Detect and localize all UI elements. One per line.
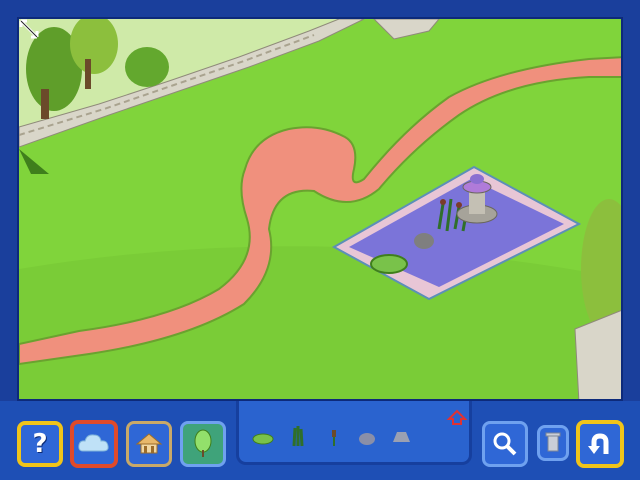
tray-scroll-up[interactable] [445,405,469,429]
house-icon [135,433,163,454]
rock-icon [359,433,375,445]
buildings-button[interactable] [126,421,172,467]
help-button[interactable]: ? [17,421,63,467]
lily-pad-icon [252,433,274,445]
tray-item-rock[interactable] [355,425,379,449]
plants-button[interactable] [180,421,226,467]
cloud-pond-icon [78,434,109,452]
question-mark-icon: ? [32,429,48,459]
trash-button[interactable] [537,425,569,461]
tray-item-lily-pad[interactable] [251,426,275,450]
garden-scene[interactable] [17,17,623,401]
reeds-icon [292,426,304,447]
tray-item-cattail[interactable] [322,424,346,448]
water-features-button[interactable] [70,420,118,468]
tray-item-stone[interactable] [389,424,413,448]
up-arrow-icon [446,409,468,425]
move-cursor-icon [19,19,39,39]
tree-icon [194,429,212,457]
undo-arrow-icon [588,433,609,454]
item-tray [236,401,472,465]
stone-icon [393,432,410,442]
zoom-button[interactable] [482,421,528,467]
cattail-icon [332,430,336,446]
trash-can-icon [545,432,561,452]
undo-button[interactable] [576,420,624,468]
tray-item-reeds[interactable] [286,424,310,448]
magnifier-icon [493,432,517,456]
